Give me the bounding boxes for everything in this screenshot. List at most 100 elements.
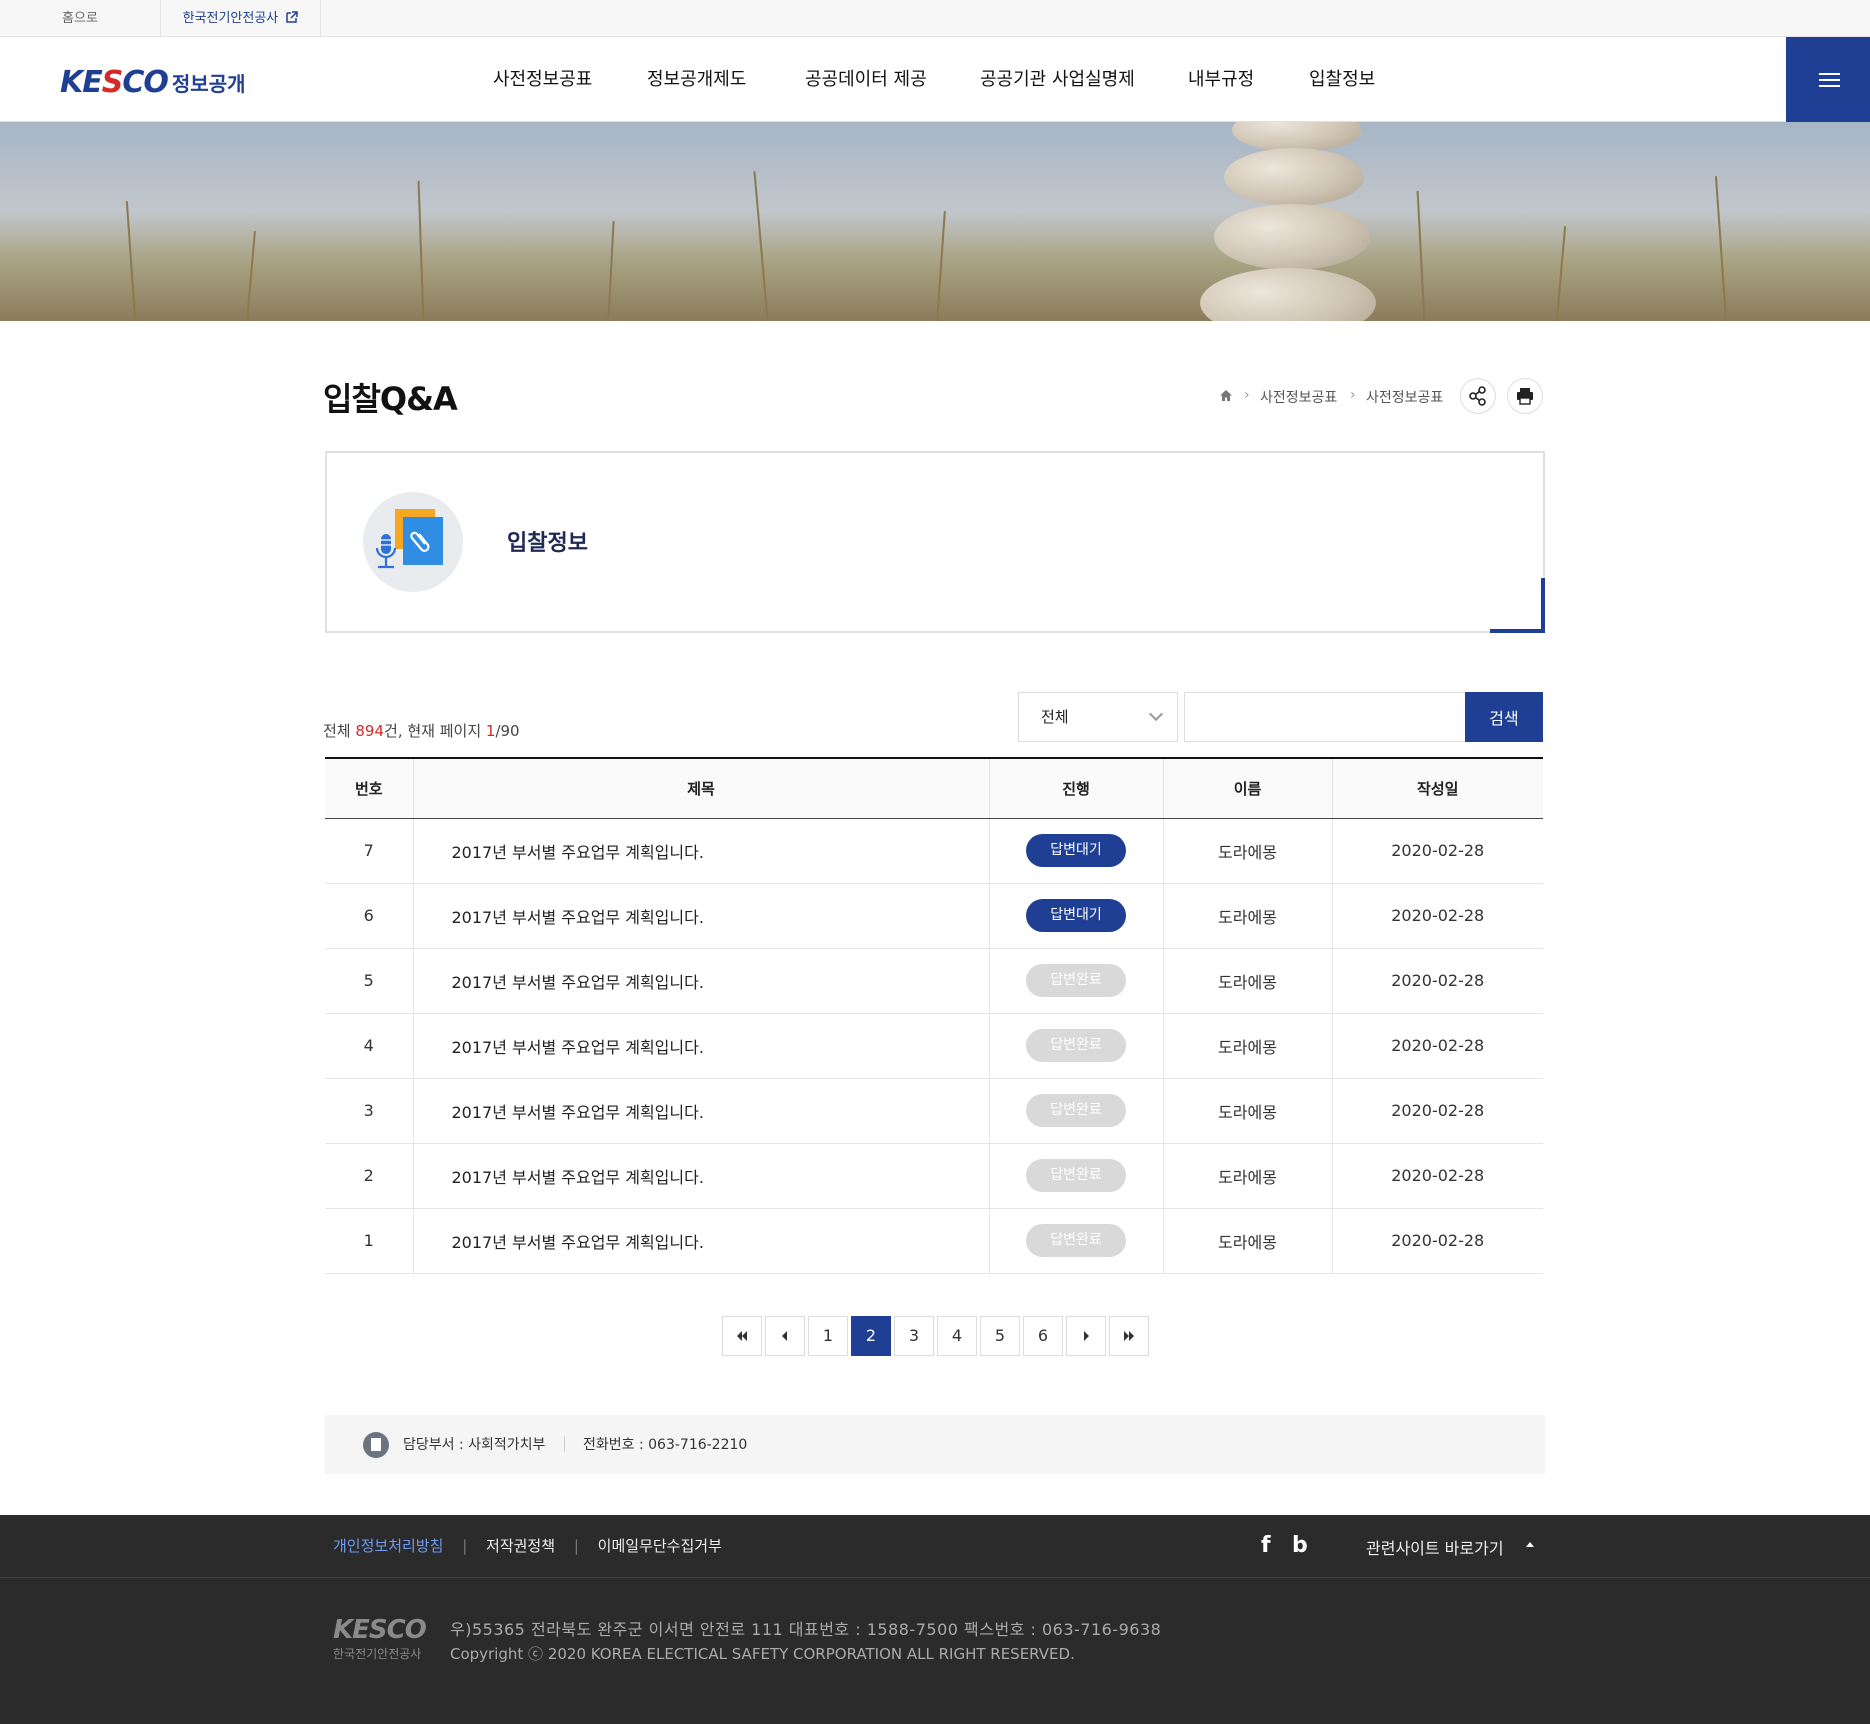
bid-info-box: 입찰정보 [325,451,1545,633]
last-page-button[interactable] [1109,1316,1149,1356]
row-title-link[interactable]: 2017년 부서별 주요업무 계획입니다. [413,883,990,949]
next-page-button[interactable] [1066,1316,1106,1356]
page-1[interactable]: 1 [808,1316,848,1356]
logo-mark: KESCO [60,64,169,100]
print-icon [1517,388,1533,405]
chevron-left-icon [782,1331,787,1341]
qa-table: 번호 제목 진행 이름 작성일 7 2017년 부서별 주요업무 계획입니다. … [325,757,1543,1274]
table-row[interactable]: 1 2017년 부서별 주요업무 계획입니다. 답변완료 도라에몽 2020-0… [325,1208,1543,1274]
status-badge: 답변완료 [1026,1029,1126,1062]
divider: | [462,1537,468,1555]
row-no: 5 [325,948,414,1014]
gnb-item-internal-rules[interactable]: 내부규정 [1188,37,1254,122]
double-chevron-left-icon [737,1331,747,1341]
table-row[interactable]: 2 2017년 부서별 주요업무 계획입니다. 답변완료 도라에몽 2020-0… [325,1143,1543,1209]
home-link[interactable]: 홈으로 [0,0,161,37]
page-2-active[interactable]: 2 [851,1316,891,1356]
row-title-link[interactable]: 2017년 부서별 주요업무 계획입니다. [413,1208,990,1274]
gnb-item-disclosure-system[interactable]: 정보공개제도 [647,37,746,122]
row-name: 도라에몽 [1163,1013,1333,1079]
contact-dept: 담당부서 : 사회적가치부 [403,1437,546,1453]
search-input[interactable] [1184,692,1466,742]
chevron-right-icon [1084,1331,1089,1341]
header-name: 이름 [1163,758,1333,819]
row-date: 2020-02-28 [1332,883,1543,949]
breadcrumb-current[interactable]: 사전정보공표 [1366,387,1443,407]
pagination: 1 2 3 4 5 6 [722,1316,1152,1356]
page-6[interactable]: 6 [1023,1316,1063,1356]
footer-address: 우)55365 전라북도 완주군 이서면 안전로 111 대표번호 : 1588… [450,1620,1162,1639]
row-title-link[interactable]: 2017년 부서별 주요업무 계획입니다. [413,1078,990,1144]
related-sites-label: 관련사이트 바로가기 [1366,1539,1504,1558]
footer-divider [0,1577,1870,1578]
chevron-down-icon [1148,706,1164,722]
kesco-external-link[interactable]: 한국전기안전공사 [161,0,321,37]
divider: | [573,1537,579,1555]
copyright-policy-link[interactable]: 저작권정책 [486,1537,555,1555]
status-badge: 답변대기 [1026,899,1126,932]
row-title-link[interactable]: 2017년 부서별 주요업무 계획입니다. [413,1013,990,1079]
board-count: 전체 894건, 현재 페이지 1/90 [323,722,520,740]
header-title: 제목 [413,758,990,819]
table-row[interactable]: 4 2017년 부서별 주요업무 계획입니다. 답변완료 도라에몽 2020-0… [325,1013,1543,1079]
gnb-item-pre-disclosure[interactable]: 사전정보공표 [493,37,592,122]
status-badge: 답변완료 [1026,1094,1126,1127]
row-no: 1 [325,1208,414,1274]
search-category-select[interactable]: 전체 [1018,692,1178,742]
email-refusal-link[interactable]: 이메일무단수집거부 [598,1537,722,1555]
search-button[interactable]: 검색 [1465,692,1543,742]
header-date: 작성일 [1332,758,1543,819]
double-chevron-right-icon [1124,1331,1134,1341]
status-badge: 답변완료 [1026,1159,1126,1192]
row-no: 4 [325,1013,414,1079]
print-button[interactable] [1507,378,1543,414]
row-no: 7 [325,818,414,884]
search-category-value: 전체 [1041,708,1069,726]
row-title-link[interactable]: 2017년 부서별 주요업무 계획입니다. [413,948,990,1014]
status-badge: 답변완료 [1026,964,1126,997]
external-link-icon [286,11,299,23]
row-name: 도라에몽 [1163,948,1333,1014]
row-name: 도라에몽 [1163,1078,1333,1144]
gnb-item-project-name[interactable]: 공공기관 사업실명제 [980,37,1135,122]
header-no: 번호 [325,758,414,819]
facebook-icon[interactable]: f [1261,1533,1271,1558]
row-title-link[interactable]: 2017년 부서별 주요업무 계획입니다. [413,1143,990,1209]
share-icon [1469,386,1486,406]
page-4[interactable]: 4 [937,1316,977,1356]
header-status: 진행 [989,758,1164,819]
related-sites-toggle[interactable]: 관련사이트 바로가기 [1366,1535,1534,1559]
table-row[interactable]: 3 2017년 부서별 주요업무 계획입니다. 답변완료 도라에몽 2020-0… [325,1078,1543,1144]
table-row[interactable]: 5 2017년 부서별 주요업무 계획입니다. 답변완료 도라에몽 2020-0… [325,948,1543,1014]
caret-up-icon [1526,1542,1534,1547]
current-page: 1 [485,722,496,740]
logo-text: 정보공개 [171,71,246,96]
gnb-item-public-data[interactable]: 공공데이터 제공 [805,37,927,122]
site-footer: 개인정보처리방침 | 저작권정책 | 이메일무단수집거부 f b 관련사이트 바… [0,1515,1870,1724]
gnb-item-bid-info[interactable]: 입찰정보 [1309,37,1375,122]
status-badge: 답변완료 [1026,1224,1126,1257]
table-row[interactable]: 7 2017년 부서별 주요업무 계획입니다. 답변대기 도라에몽 2020-0… [325,818,1543,884]
status-badge: 답변대기 [1026,834,1126,867]
divider [564,1436,565,1452]
row-no: 6 [325,883,414,949]
page-3[interactable]: 3 [894,1316,934,1356]
first-page-button[interactable] [722,1316,762,1356]
prev-page-button[interactable] [765,1316,805,1356]
bid-info-title: 입찰정보 [507,531,588,556]
table-row[interactable]: 6 2017년 부서별 주요업무 계획입니다. 답변대기 도라에몽 2020-0… [325,883,1543,949]
page-5[interactable]: 5 [980,1316,1020,1356]
site-logo[interactable]: KESCO 정보공개 [60,64,246,100]
breadcrumb-separator: › [1244,387,1250,403]
privacy-policy-link[interactable]: 개인정보처리방침 [333,1537,443,1555]
row-date: 2020-02-28 [1332,1143,1543,1209]
breadcrumb-item[interactable]: 사전정보공표 [1260,387,1337,407]
share-button[interactable] [1460,378,1496,414]
kesco-link-label: 한국전기안전공사 [182,11,279,26]
footer-logo: KESCO 한국전기안전공사 [333,1615,427,1661]
menu-button[interactable] [1786,37,1870,122]
utility-bar: 홈으로 한국전기안전공사 [0,0,1870,37]
blog-icon[interactable]: b [1292,1533,1308,1558]
row-title-link[interactable]: 2017년 부서별 주요업무 계획입니다. [413,818,990,884]
home-icon[interactable] [1219,389,1233,402]
